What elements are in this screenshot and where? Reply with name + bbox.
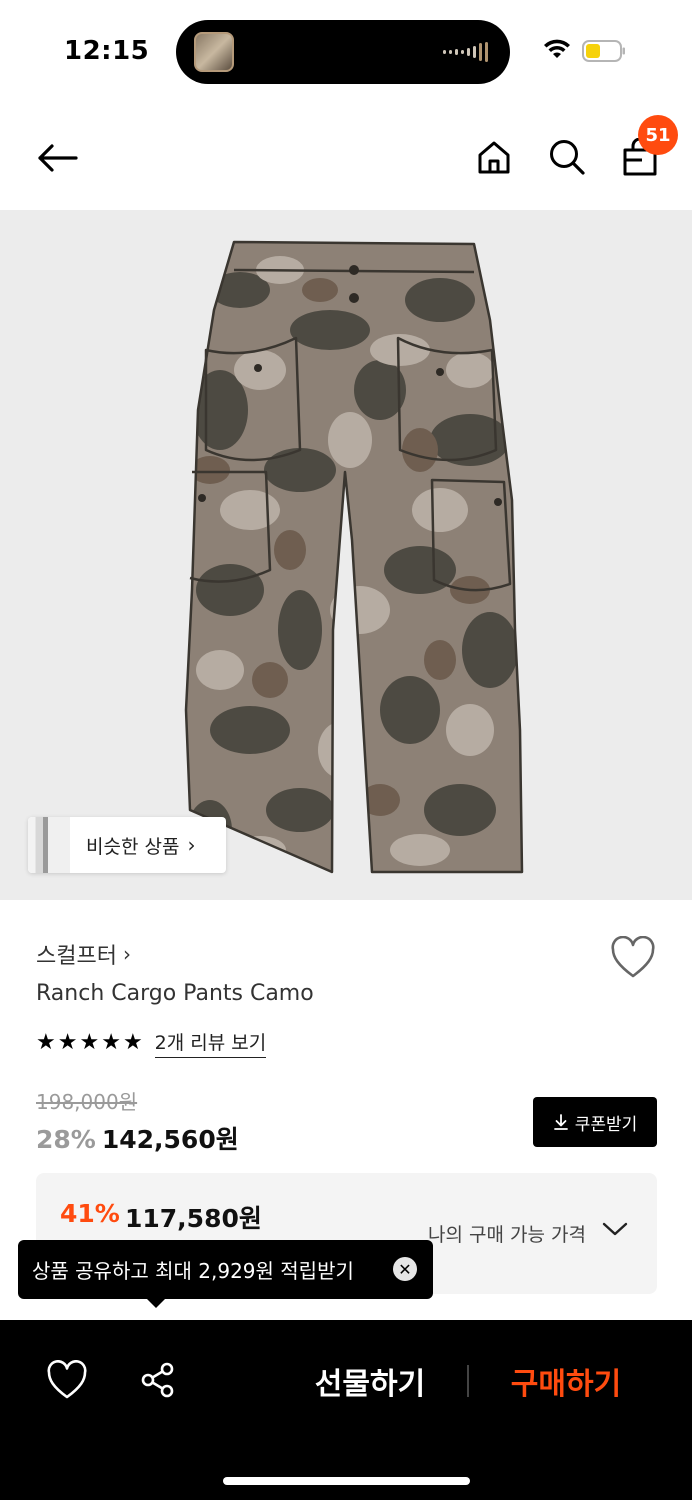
chevron-right-icon: › bbox=[187, 833, 196, 857]
camo-cargo-pants-image bbox=[184, 240, 524, 874]
status-bar: 12:15 bbox=[0, 0, 692, 100]
similar-products-button[interactable]: 비슷한 상품 › bbox=[28, 817, 226, 873]
product-name: Ranch Cargo Pants Camo bbox=[36, 981, 314, 1006]
divider bbox=[467, 1365, 469, 1397]
original-price: 198,000원 bbox=[36, 1090, 138, 1114]
my-price-label: 나의 구매 가능 가격 bbox=[428, 1224, 586, 1246]
share-reward-tooltip: 상품 공유하고 최대 2,929원 적립받기 ✕ bbox=[18, 1240, 433, 1299]
home-indicator[interactable] bbox=[223, 1477, 470, 1485]
star-icon: ★ bbox=[101, 1030, 121, 1055]
tooltip-text: 상품 공유하고 최대 2,929원 적립받기 bbox=[32, 1259, 354, 1283]
close-icon[interactable]: ✕ bbox=[393, 1257, 417, 1281]
cart-count-badge: 51 bbox=[638, 115, 678, 155]
rating-stars: ★ ★ ★ ★ ★ bbox=[36, 1032, 143, 1054]
chevron-right-icon: › bbox=[122, 942, 131, 966]
tooltip-arrow bbox=[146, 1298, 166, 1308]
price-row: 28% 142,560원 bbox=[36, 1120, 239, 1156]
download-icon bbox=[553, 1114, 568, 1130]
chevron-down-icon bbox=[602, 1222, 628, 1236]
dynamic-island[interactable] bbox=[176, 20, 510, 84]
review-link[interactable]: 2개 리뷰 보기 bbox=[154, 1028, 267, 1058]
star-icon: ★ bbox=[79, 1030, 100, 1055]
audio-waveform-icon bbox=[443, 42, 488, 62]
share-icon bbox=[141, 1362, 174, 1398]
home-icon bbox=[478, 141, 510, 174]
status-time: 12:15 bbox=[64, 36, 150, 66]
share-button[interactable] bbox=[138, 1360, 178, 1400]
star-icon: ★ bbox=[122, 1030, 143, 1055]
search-icon bbox=[550, 140, 585, 175]
bottom-action-bar: 선물하기 구매하기 bbox=[0, 1320, 692, 1500]
wishlist-button[interactable] bbox=[610, 935, 656, 980]
wifi-icon bbox=[544, 39, 570, 58]
coupon-label: 쿠폰받기 bbox=[574, 1114, 638, 1135]
gift-button[interactable]: 선물하기 bbox=[300, 1358, 440, 1404]
battery-icon bbox=[582, 40, 625, 62]
rating-row: ★ ★ ★ ★ ★ 2개 리뷰 보기 bbox=[36, 1028, 267, 1058]
home-button[interactable] bbox=[472, 135, 516, 179]
brand-name: 스컬프터 bbox=[36, 944, 117, 969]
star-icon: ★ bbox=[36, 1030, 56, 1055]
search-button[interactable] bbox=[545, 135, 589, 179]
discount-rate: 28% bbox=[36, 1125, 96, 1154]
my-price: 117,580원 bbox=[125, 1204, 262, 1233]
my-discount-rate: 41% bbox=[60, 1199, 120, 1228]
coupon-button[interactable]: 쿠폰받기 bbox=[533, 1097, 657, 1147]
top-navigation bbox=[0, 100, 692, 210]
similar-product-thumbnail bbox=[28, 817, 70, 873]
star-icon: ★ bbox=[57, 1030, 78, 1055]
similar-products-label: 비슷한 상품 bbox=[86, 835, 180, 858]
brand-link[interactable]: 스컬프터 › bbox=[36, 938, 131, 970]
back-arrow-icon bbox=[38, 144, 78, 172]
heart-outline-icon bbox=[611, 935, 655, 978]
heart-outline-icon bbox=[47, 1359, 87, 1399]
wishlist-bottom-button[interactable] bbox=[46, 1359, 88, 1400]
buy-button[interactable]: 구매하기 bbox=[496, 1358, 636, 1404]
now-playing-artwork bbox=[194, 32, 234, 72]
back-button[interactable] bbox=[32, 136, 82, 180]
product-image[interactable] bbox=[0, 210, 692, 900]
sale-price: 142,560원 bbox=[101, 1125, 239, 1154]
